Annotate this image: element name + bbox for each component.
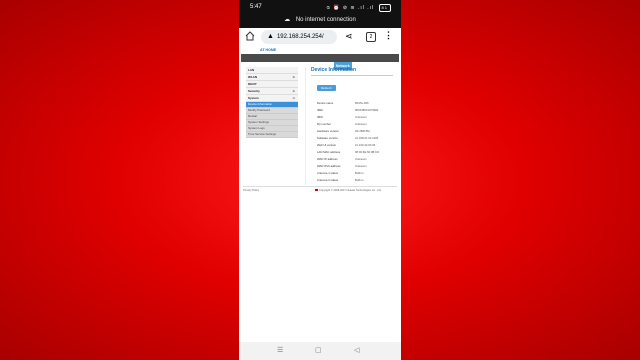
header-logo: AT HOME	[260, 48, 277, 52]
footer-divider	[243, 186, 397, 187]
sidebar-system-label: System	[248, 96, 259, 100]
table-row: My number Unknown	[317, 121, 391, 128]
expand-icon[interactable]: ⊕	[292, 74, 295, 80]
table-row: Device name B315s-936	[317, 100, 391, 107]
offline-text: No internet connection	[295, 17, 356, 23]
row-value: B315s-936	[355, 101, 369, 105]
sidebar-security-label: Security	[248, 89, 260, 93]
status-icons: ⦸ ⏰ ⊘ ≋ .ıl .ıl 81	[327, 4, 391, 12]
sidebar: LAN WLAN ⊕ DHCP Security ⊕ System ⊖ Device …	[246, 67, 298, 138]
row-value: Built-in	[355, 171, 364, 175]
sidebar-dhcp[interactable]: DHCP	[246, 81, 298, 88]
table-row: Antenna 1 status Built-in	[317, 170, 391, 177]
title-divider	[311, 75, 393, 76]
overflow-menu-icon[interactable]: ⋮	[384, 30, 393, 41]
home-nav-icon[interactable]: ▢	[315, 346, 322, 354]
privacy-policy-link[interactable]: Privacy Policy	[243, 189, 259, 192]
row-key: IMEI	[317, 108, 323, 112]
row-key: Antenna 2 status	[317, 178, 338, 182]
table-row: Software version 21.328.01.00.1284	[317, 135, 391, 142]
row-key: WAN IP address	[317, 157, 338, 161]
main-nav: Home WiFi Settings Statistics SMS Networ…	[241, 54, 399, 70]
row-key: Web UI version	[317, 143, 337, 147]
collapse-icon[interactable]: ⊖	[292, 95, 295, 101]
row-value: Unknown	[355, 164, 367, 168]
row-key: My number	[317, 122, 331, 126]
row-key: LAN MAC address	[317, 150, 341, 154]
refresh-button[interactable]: Refresh	[317, 85, 336, 91]
row-key: Antenna 1 status	[317, 171, 338, 175]
table-row: WAN IPv6 address Unknown	[317, 163, 391, 170]
sidebar-dhcp-label: DHCP	[248, 82, 257, 86]
row-value: Unknown	[355, 115, 367, 119]
system-nav-bar: ☰ ▢ ◁	[239, 342, 401, 360]
home-icon[interactable]	[245, 31, 255, 41]
browser-toolbar: ▲ 192.168.254.254/ ⋖ 2 ⋮	[239, 28, 401, 46]
table-row: IMSI Unknown	[317, 114, 391, 121]
table-row: Antenna 2 status Built-in	[317, 177, 391, 184]
device-info-panel: Device Information Refresh Device name B3…	[311, 67, 393, 184]
status-icons-glyphs: ⦸ ⏰ ⊘ ≋ .ıl .ıl	[326, 5, 375, 11]
row-value: WL1B315M	[355, 129, 370, 133]
table-row: LAN MAC address 08:00:6E:60:3B:CD	[317, 149, 391, 156]
sidebar-lan-label: LAN	[248, 68, 255, 72]
expand-icon[interactable]: ⊕	[292, 88, 295, 94]
divider	[305, 67, 306, 185]
sidebar-security[interactable]: Security ⊕	[246, 88, 298, 95]
sidebar-wlan[interactable]: WLAN ⊕	[246, 74, 298, 81]
url-bar[interactable]: ▲ 192.168.254.254/	[261, 30, 337, 44]
copyright-text: Copyright © 2006-2017 Huawei Technologie…	[319, 189, 382, 192]
row-key: IMSI	[317, 115, 323, 119]
sidebar-system[interactable]: System ⊖	[246, 95, 298, 102]
recents-icon[interactable]: ☰	[277, 346, 283, 354]
warning-icon[interactable]: ▲	[267, 30, 274, 44]
row-value: 08:00:6E:60:3B:CD	[355, 150, 380, 154]
row-key: Device name	[317, 101, 334, 105]
table-row: WAN IP address Unknown	[317, 156, 391, 163]
share-icon[interactable]: ⋖	[345, 31, 353, 42]
battery-icon: 81	[378, 4, 391, 12]
page-title: Device Information	[311, 67, 357, 73]
row-key: Software version	[317, 136, 338, 140]
sidebar-item-time-service[interactable]: Time Service Settings	[246, 132, 298, 138]
sidebar-lan[interactable]: LAN	[246, 67, 298, 74]
cloud-off-icon: ☁	[284, 17, 291, 23]
offline-banner: ☁ No internet connection	[239, 16, 401, 23]
web-content: AT HOME Home WiFi Settings Statistics SM…	[239, 46, 401, 342]
back-icon[interactable]: ◁	[354, 346, 359, 354]
row-value: 21.328.01.00.1284	[355, 136, 379, 140]
row-key: Hardware version	[317, 129, 339, 133]
row-value: Unknown	[355, 157, 367, 161]
row-value: 866438031070982	[355, 108, 379, 112]
table-row: Hardware version WL1B315M	[317, 128, 391, 135]
row-value: Unknown	[355, 122, 367, 126]
status-time: 5:47	[250, 4, 262, 10]
copyright: Copyright © 2006-2017 Huawei Technologie…	[315, 189, 382, 192]
sidebar-wlan-label: WLAN	[248, 75, 257, 79]
table-row: Web UI version 21.100.44.00.03	[317, 142, 391, 149]
url-text: 192.168.254.254/	[276, 34, 324, 40]
status-bar: 5:47 ⦸ ⏰ ⊘ ≋ .ıl .ıl 81 ☁ No internet co…	[239, 0, 401, 28]
tab-switcher-icon[interactable]: 2	[366, 32, 376, 42]
row-value: 21.100.44.00.03	[355, 143, 376, 147]
table-row: IMEI 866438031070982	[317, 107, 391, 114]
phone-screen: 5:47 ⦸ ⏰ ⊘ ≋ .ıl .ıl 81 ☁ No internet co…	[239, 0, 401, 360]
info-table: Device name B315s-936 IMEI 866438031070982…	[317, 100, 391, 184]
row-key: WAN IPv6 address	[317, 164, 341, 168]
huawei-logo-icon	[315, 189, 318, 192]
row-value: Built-in	[355, 178, 364, 182]
